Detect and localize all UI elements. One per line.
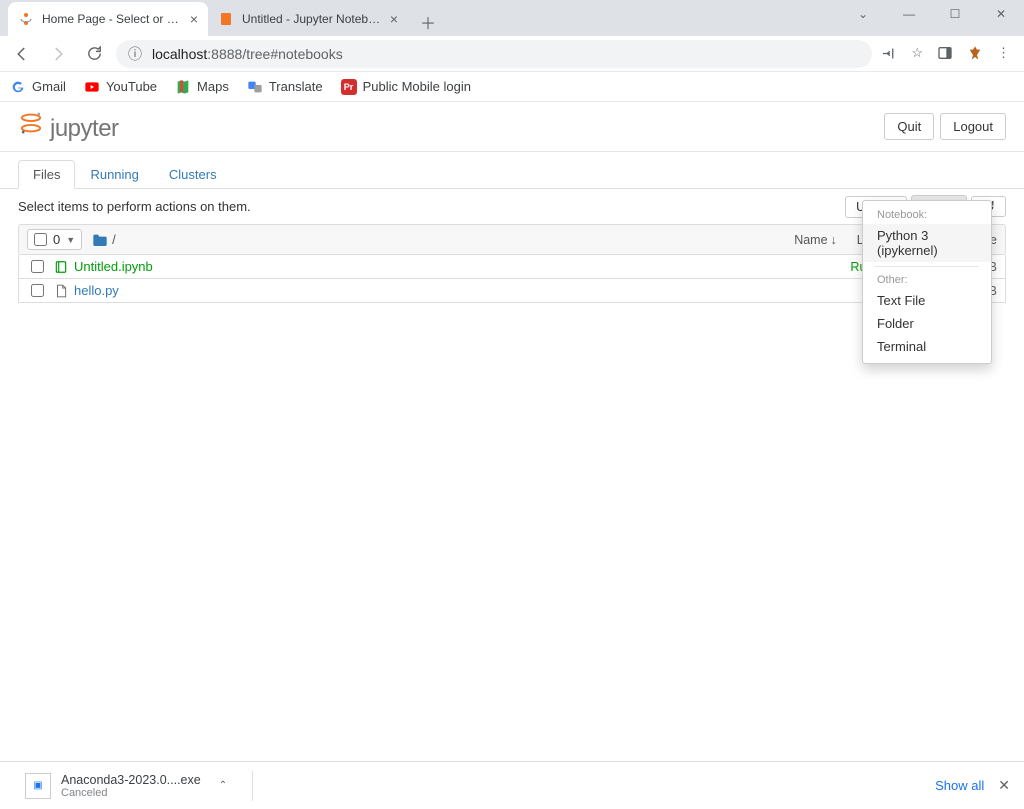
tab-close-icon[interactable]: ×: [190, 11, 198, 27]
address-bar[interactable]: ⓘ localhost:8888/tree#notebooks: [116, 40, 872, 68]
file-row: hello.py 22 B: [18, 279, 1006, 303]
browser-tab-inactive[interactable]: Untitled - Jupyter Notebook ×: [208, 2, 408, 36]
row-checkbox[interactable]: [31, 260, 44, 273]
bookmark-maps[interactable]: Maps: [175, 79, 229, 95]
new-dropdown-menu: Notebook: Python 3 (ipykernel) Other: Te…: [862, 200, 992, 364]
url-port: :8888: [207, 46, 242, 62]
download-bar: ▣ Anaconda3-2023.0....exe Canceled ⌃ Sho…: [0, 761, 1024, 809]
extension-icon[interactable]: [967, 45, 983, 62]
file-link[interactable]: hello.py: [74, 283, 119, 298]
breadcrumb[interactable]: /: [92, 232, 116, 247]
file-row: Untitled.ipynb Running 72 B: [18, 255, 1006, 279]
tab-close-icon[interactable]: ×: [390, 11, 398, 27]
maps-icon: [175, 79, 191, 95]
download-status: Canceled: [61, 787, 201, 799]
translate-icon: [247, 79, 263, 95]
download-item[interactable]: ▣ Anaconda3-2023.0....exe Canceled ⌃: [14, 768, 238, 804]
file-link[interactable]: Untitled.ipynb: [74, 259, 153, 274]
browser-menu-icon[interactable]: ⋮: [997, 45, 1010, 62]
sort-down-icon: ↓: [831, 233, 837, 247]
share-icon[interactable]: [880, 45, 897, 62]
new-tab-button[interactable]: ＋: [414, 8, 442, 36]
tab-running[interactable]: Running: [75, 160, 153, 189]
caret-down-icon[interactable]: ▼: [66, 235, 75, 245]
pm-icon: Pr: [341, 79, 357, 95]
menu-item-python3[interactable]: Python 3 (ipykernel): [863, 224, 991, 262]
notebook-icon: [54, 260, 68, 274]
download-file-icon: ▣: [25, 773, 51, 799]
tab-clusters[interactable]: Clusters: [154, 160, 232, 189]
file-icon: [54, 284, 68, 298]
bookmark-gmail[interactable]: Gmail: [10, 79, 66, 95]
window-close-icon[interactable]: ✕: [978, 0, 1024, 29]
divider: [252, 771, 253, 801]
jupyter-logo-text: jupyter: [50, 115, 119, 143]
site-info-icon[interactable]: ⓘ: [128, 44, 142, 64]
url-host: localhost: [152, 46, 207, 62]
youtube-icon: [84, 79, 100, 95]
menu-header-other: Other:: [863, 271, 991, 289]
url-path: /tree#notebooks: [242, 46, 342, 62]
side-panel-icon[interactable]: [937, 45, 953, 62]
browser-tab-strip: ⌄ — ☐ ✕ Home Page - Select or create a n…: [0, 0, 1024, 36]
window-minimize-icon[interactable]: —: [886, 0, 932, 29]
forward-button[interactable]: [44, 40, 72, 68]
row-checkbox[interactable]: [31, 284, 44, 297]
jupyter-logo[interactable]: jupyter: [18, 110, 119, 143]
quit-button[interactable]: Quit: [884, 113, 934, 140]
show-all-downloads[interactable]: Show all: [935, 778, 984, 793]
folder-icon: [92, 233, 108, 247]
toolbar-prompt: Select items to perform actions on them.: [18, 199, 251, 214]
bookmark-public-mobile[interactable]: Pr Public Mobile login: [341, 79, 471, 95]
jupyter-favicon-icon: [18, 11, 34, 27]
tab-files[interactable]: Files: [18, 160, 75, 189]
reload-button[interactable]: [80, 40, 108, 68]
select-count: 0: [53, 232, 60, 247]
logout-button[interactable]: Logout: [940, 113, 1006, 140]
google-icon: [10, 79, 26, 95]
bookmarks-bar: Gmail YouTube Maps Translate Pr Public M…: [0, 72, 1024, 102]
download-filename: Anaconda3-2023.0....exe: [61, 773, 201, 787]
jupyter-header: jupyter Quit Logout: [0, 102, 1024, 152]
bookmark-translate[interactable]: Translate: [247, 79, 323, 95]
bookmark-star-icon[interactable]: ☆: [911, 45, 923, 62]
tab-title: Home Page - Select or create a n…: [42, 12, 184, 26]
address-bar-row: ⓘ localhost:8888/tree#notebooks ☆ ⋮: [0, 36, 1024, 72]
menu-item-textfile[interactable]: Text File: [863, 289, 991, 312]
select-all-control[interactable]: 0 ▼: [27, 229, 82, 250]
menu-item-terminal[interactable]: Terminal: [863, 335, 991, 358]
file-list-header: 0 ▼ / Name↓ Last Modified File size: [18, 224, 1006, 255]
select-all-checkbox[interactable]: [34, 233, 47, 246]
window-maximize-icon[interactable]: ☐: [932, 0, 978, 29]
menu-header-notebook: Notebook:: [863, 206, 991, 224]
col-name[interactable]: Name↓: [794, 233, 837, 247]
chevron-up-icon[interactable]: ⌃: [219, 780, 227, 791]
close-download-bar-icon[interactable]: ✕: [998, 777, 1010, 794]
notebook-favicon-icon: [218, 11, 234, 27]
jupyter-tabs: Files Running Clusters: [0, 152, 1024, 189]
menu-item-folder[interactable]: Folder: [863, 312, 991, 335]
tab-title: Untitled - Jupyter Notebook: [242, 12, 384, 26]
bookmark-youtube[interactable]: YouTube: [84, 79, 157, 95]
jupyter-logo-icon: [18, 110, 44, 136]
browser-tab-active[interactable]: Home Page - Select or create a n… ×: [8, 2, 208, 36]
back-button[interactable]: [8, 40, 36, 68]
window-caret-icon[interactable]: ⌄: [840, 0, 886, 29]
